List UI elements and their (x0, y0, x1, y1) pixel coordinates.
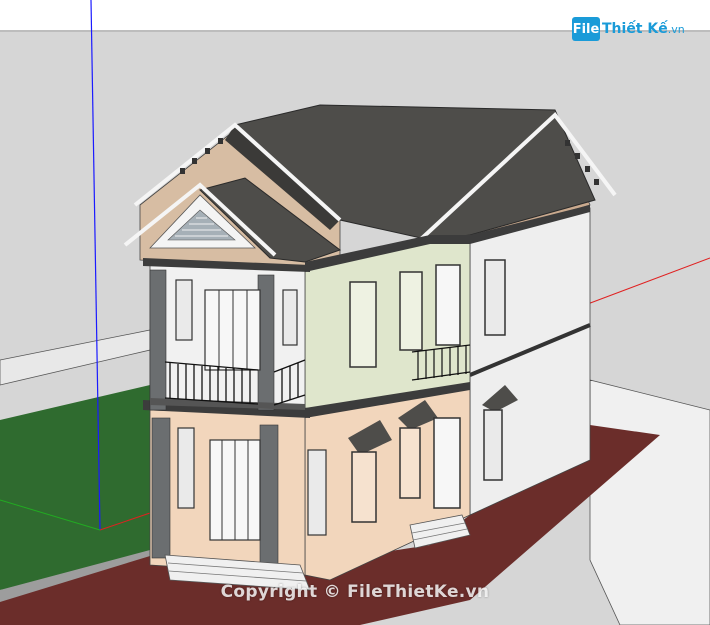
lower-door-right (433, 417, 461, 509)
upper-window-2 (399, 271, 423, 351)
upper-side-window-left (175, 279, 193, 341)
column-left-upper (149, 269, 167, 411)
upper-window-1 (349, 281, 377, 368)
lower-window-1 (351, 451, 377, 523)
lower-side-window-left (177, 427, 195, 509)
logo-badge-icon: File (572, 17, 600, 41)
model-viewport[interactable]: File Thiết Kế.vn Copyright © FileThietKe… (0, 0, 710, 625)
upper-window-3 (435, 264, 461, 346)
column-right-lower (259, 424, 279, 566)
site-logo: File Thiết Kế.vn (572, 14, 685, 44)
logo-domain: .vn (667, 23, 685, 36)
house-3d-model[interactable] (0, 0, 710, 625)
lower-window-2 (399, 427, 421, 499)
logo-name: Thiết Kế (602, 21, 668, 37)
lower-side-window-right (307, 449, 327, 536)
copyright-watermark: Copyright © FileThietKe.vn (220, 582, 490, 602)
upper-window-side (484, 259, 506, 336)
lower-window-side (483, 409, 503, 481)
column-left-lower (151, 417, 171, 559)
upper-side-window-right (282, 289, 298, 346)
